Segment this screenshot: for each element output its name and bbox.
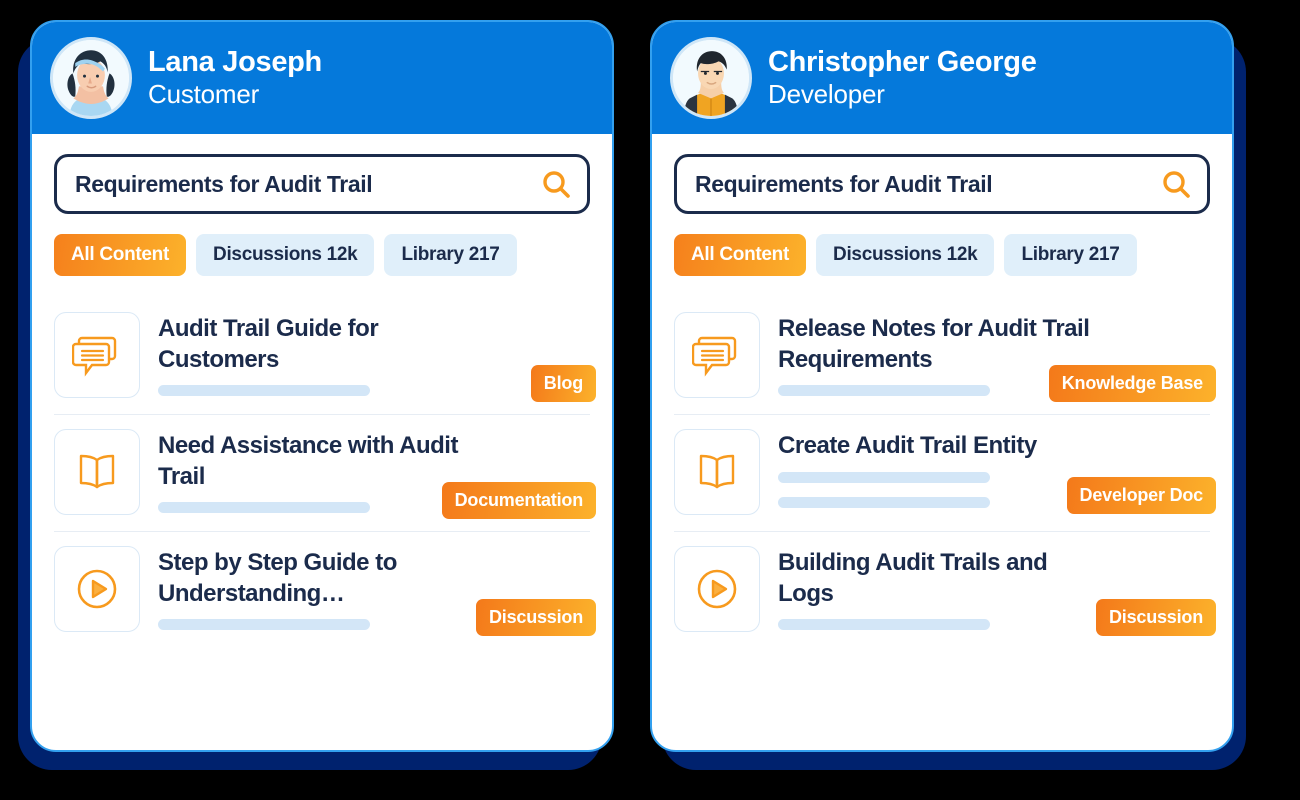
result-tag-badge[interactable]: Documentation	[441, 482, 596, 520]
result-content: Audit Trail Guide for Customers Blog	[158, 312, 596, 403]
open-book-icon	[79, 454, 115, 489]
placeholder-bar	[778, 496, 990, 508]
search-input[interactable]: Requirements for Audit Trail	[695, 171, 1161, 198]
result-icon-box	[54, 312, 140, 398]
result-content: Release Notes for Audit Trail Requiremen…	[778, 312, 1216, 403]
card-body: Requirements for Audit Trail All Content…	[32, 134, 612, 750]
customer-card-wrapper: Lana Joseph Customer Requirements for Au…	[18, 20, 614, 770]
placeholder-bar	[158, 619, 370, 631]
screenshot-canvas: Lana Joseph Customer Requirements for Au…	[0, 0, 1300, 800]
placeholder-bar	[778, 385, 990, 397]
card-body: Requirements for Audit Trail All Content…	[652, 134, 1232, 750]
result-title[interactable]: Create Audit Trail Entity	[778, 431, 1108, 462]
result-content: Need Assistance with Audit Trail Documen…	[158, 429, 596, 520]
developer-card: Christopher George Developer Requirement…	[650, 20, 1234, 752]
user-name: Lana Joseph	[148, 46, 322, 79]
filter-chip-all-content[interactable]: All Content	[674, 234, 807, 276]
results-list: Release Notes for Audit Trail Requiremen…	[674, 298, 1216, 648]
user-role: Developer	[768, 78, 885, 109]
chat-bubble-icon	[692, 336, 737, 377]
result-title[interactable]: Building Audit Trails and Logs	[778, 548, 1108, 609]
user-name: Christopher George	[768, 46, 1037, 79]
search-bar[interactable]: Requirements for Audit Trail	[54, 154, 590, 214]
result-title[interactable]: Step by Step Guide to Understanding…	[158, 548, 488, 609]
card-header: Lana Joseph Customer	[32, 22, 612, 134]
result-icon-box	[674, 312, 760, 398]
avatar	[50, 37, 132, 119]
result-title[interactable]: Need Assistance with Audit Trail	[158, 431, 488, 492]
result-tag-badge[interactable]: Discussion	[475, 599, 596, 637]
customer-card: Lana Joseph Customer Requirements for Au…	[30, 20, 614, 752]
result-icon-box	[54, 546, 140, 632]
card-header: Christopher George Developer	[652, 22, 1232, 134]
open-book-icon	[699, 454, 735, 489]
search-icon[interactable]	[541, 169, 571, 199]
filter-chip-discussions[interactable]: Discussions 12k	[196, 234, 375, 276]
filter-chip-all-content[interactable]: All Content	[54, 234, 187, 276]
filter-chip-library[interactable]: Library 217	[1004, 234, 1137, 276]
user-identity: Christopher George Developer	[768, 46, 1037, 110]
result-tag-badge[interactable]: Developer Doc	[1066, 476, 1216, 514]
play-circle-icon	[77, 569, 117, 609]
woman-avatar-icon	[53, 40, 129, 116]
placeholder-bar	[778, 471, 990, 483]
user-identity: Lana Joseph Customer	[148, 46, 322, 110]
list-item[interactable]: Audit Trail Guide for Customers Blog	[54, 298, 596, 415]
man-avatar-icon	[673, 40, 749, 116]
search-icon[interactable]	[1161, 169, 1191, 199]
result-icon-box	[674, 429, 760, 515]
list-item[interactable]: Release Notes for Audit Trail Requiremen…	[674, 298, 1216, 415]
avatar	[670, 37, 752, 119]
result-icon-box	[674, 546, 760, 632]
filter-chips: All Content Discussions 12k Library 217	[674, 234, 1210, 276]
result-content: Create Audit Trail Entity Developer Doc	[778, 429, 1216, 514]
placeholder-bar	[158, 385, 370, 397]
result-content: Step by Step Guide to Understanding… Dis…	[158, 546, 596, 637]
list-item[interactable]: Need Assistance with Audit Trail Documen…	[54, 415, 596, 532]
developer-card-wrapper: Christopher George Developer Requirement…	[650, 20, 1246, 770]
filter-chip-library[interactable]: Library 217	[384, 234, 517, 276]
filter-chips: All Content Discussions 12k Library 217	[54, 234, 590, 276]
user-role: Customer	[148, 78, 260, 109]
chat-bubble-icon	[72, 336, 117, 377]
play-circle-icon	[697, 569, 737, 609]
placeholder-bar	[778, 619, 990, 631]
results-list: Audit Trail Guide for Customers Blog Nee…	[54, 298, 596, 648]
result-tag-badge[interactable]: Knowledge Base	[1048, 365, 1216, 403]
result-content: Building Audit Trails and Logs Discussio…	[778, 546, 1216, 637]
search-input[interactable]: Requirements for Audit Trail	[75, 171, 541, 198]
result-tag-badge[interactable]: Discussion	[1095, 599, 1216, 637]
result-title[interactable]: Audit Trail Guide for Customers	[158, 314, 488, 375]
result-tag-badge[interactable]: Blog	[530, 365, 596, 403]
search-bar[interactable]: Requirements for Audit Trail	[674, 154, 1210, 214]
list-item[interactable]: Create Audit Trail Entity Developer Doc	[674, 415, 1216, 532]
result-placeholder-bars	[158, 385, 590, 397]
list-item[interactable]: Building Audit Trails and Logs Discussio…	[674, 532, 1216, 648]
placeholder-bar	[158, 502, 370, 514]
result-icon-box	[54, 429, 140, 515]
list-item[interactable]: Step by Step Guide to Understanding… Dis…	[54, 532, 596, 648]
filter-chip-discussions[interactable]: Discussions 12k	[816, 234, 995, 276]
